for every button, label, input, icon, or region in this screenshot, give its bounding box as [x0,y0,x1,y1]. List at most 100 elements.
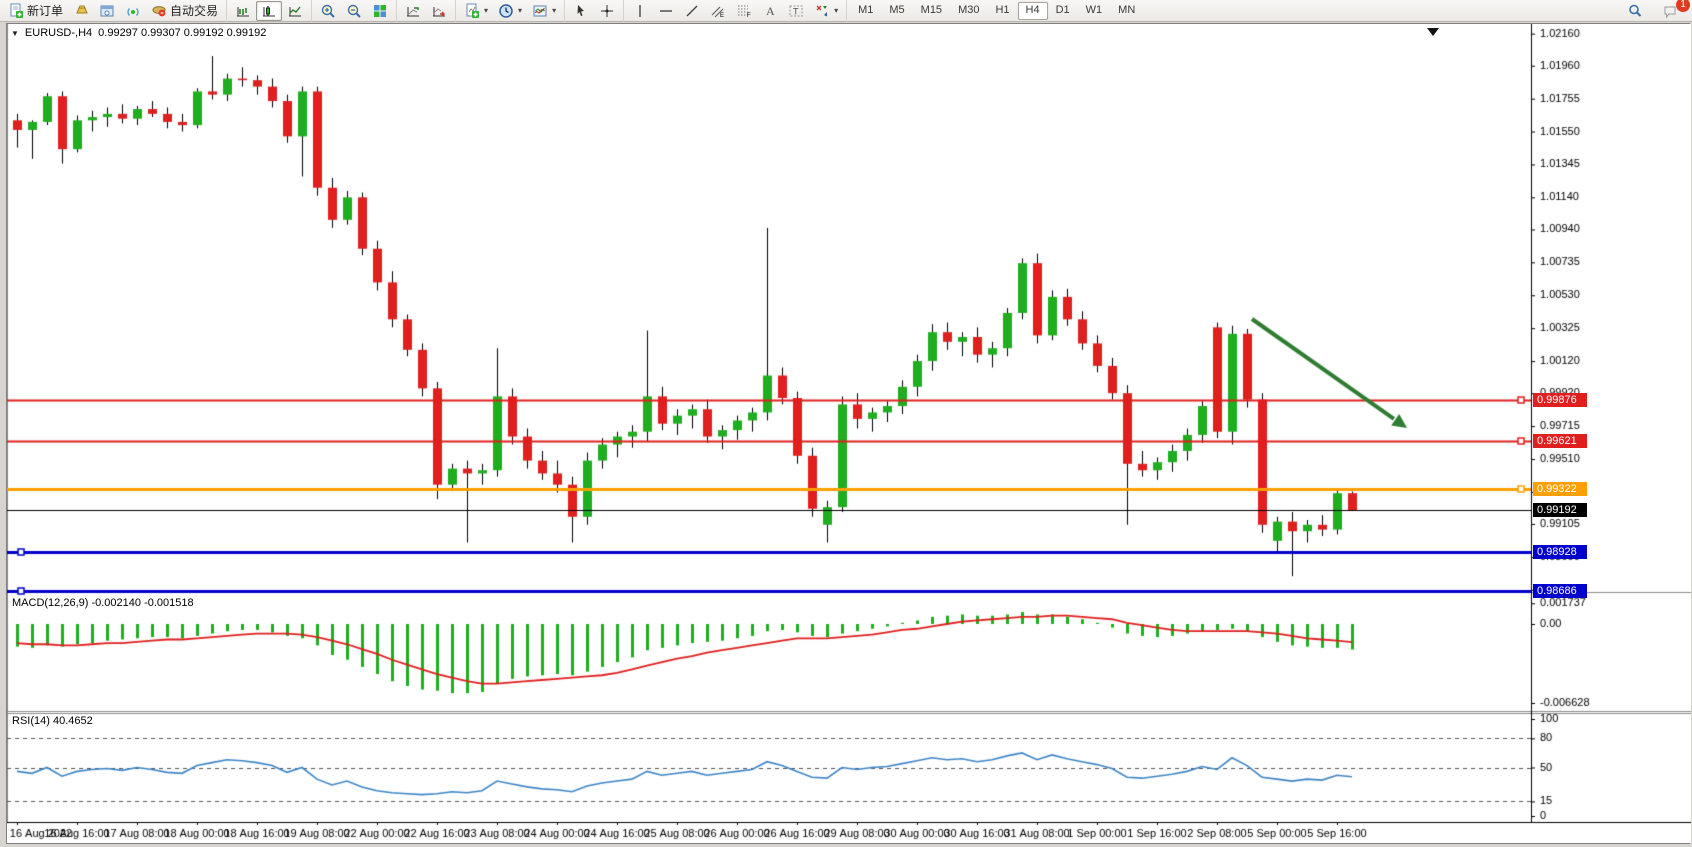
auto-scroll-icon [405,3,421,19]
trendline-button[interactable] [679,1,705,21]
quotes-button[interactable] [68,1,94,21]
chevron-down-icon[interactable]: ▾ [484,6,488,15]
price-label-0.99322: 0.99322 [1533,482,1587,496]
bar-chart-button[interactable] [230,1,256,21]
channel-button[interactable]: E [705,1,731,21]
chart-shift-button[interactable] [426,1,452,21]
autotrade-button-label: 自动交易 [170,2,218,19]
signal-icon [125,3,141,19]
chart-shift-icon [431,3,447,19]
price-label-0.98686: 0.98686 [1533,584,1587,598]
tile-windows-icon [372,3,388,19]
price-label-0.98928: 0.98928 [1533,545,1587,559]
chart-shift-marker-icon[interactable] [1427,28,1439,36]
timeframe-button-h4[interactable]: H4 [1018,2,1048,20]
symbol-period-label: EURUSD-,H4 [25,27,92,39]
bar-chart-icon [235,3,251,19]
autotrade-button[interactable]: 自动交易 [146,1,223,21]
new-chart-icon [464,3,480,19]
search-icon [1627,3,1643,19]
main-toolbar: 新订单 自动交易 ▾ ▾ ▾ E F A T ▾ M1M5M15M30H1H4D1W1MN 1 [0,0,1692,22]
new-order-button-label: 新订单 [27,2,63,19]
cursor-button[interactable] [568,1,594,21]
autotrade-icon [151,3,167,19]
new-chart-button[interactable]: ▾ [459,1,493,21]
fibo-icon: F [736,3,752,19]
svg-text:F: F [747,13,751,19]
new-order-button[interactable]: 新订单 [3,1,68,21]
label-button[interactable]: T [783,1,809,21]
vline-icon [632,3,648,19]
text-button[interactable]: A [757,1,783,21]
timeframe-button-w1[interactable]: W1 [1078,2,1111,20]
toolbar-group-2 [311,0,396,22]
auto-scroll-button[interactable] [400,1,426,21]
price-label-0.99192: 0.99192 [1533,503,1587,517]
toolbar-group-0: 新订单 自动交易 [0,0,226,22]
tile-windows-button[interactable] [367,1,393,21]
search-button[interactable] [1622,1,1648,21]
fibo-button[interactable]: F [731,1,757,21]
cursor-icon [573,3,589,19]
toolbar-group-5 [564,0,623,22]
trendline-icon [684,3,700,19]
toolbar-group-6: E F A T ▾ [623,0,846,22]
periods-button[interactable]: ▾ [493,1,527,21]
rsi-indicator-label: RSI(14) 40.4652 [12,715,93,727]
crosshair-icon [599,3,615,19]
toolbar-group-4: ▾ ▾ ▾ [455,0,564,22]
zoom-out-icon [346,3,362,19]
zoom-in-icon [320,3,336,19]
toolbar-right-group: 1 [1622,0,1684,22]
svg-text:E: E [720,13,724,19]
hline-button[interactable] [653,1,679,21]
clock-icon [498,3,514,19]
chart-canvas[interactable] [7,24,1691,843]
template-icon [532,3,548,19]
chevron-down-icon[interactable]: ▾ [834,6,838,15]
timeframe-button-h1[interactable]: H1 [987,2,1017,20]
text-icon: A [762,3,778,19]
line-chart-button[interactable] [282,1,308,21]
price-label-0.99621: 0.99621 [1533,434,1587,448]
crosshair-button[interactable] [594,1,620,21]
gold-icon [73,3,89,19]
one-click-trading-toggle-icon[interactable]: ▼ [11,29,19,38]
notifications-button[interactable]: 1 [1658,1,1684,21]
notification-count-badge: 1 [1676,0,1690,12]
chevron-down-icon[interactable]: ▾ [518,6,522,15]
candle-chart-button[interactable] [256,1,282,21]
timeframe-button-m15[interactable]: M15 [913,2,950,20]
arrows-icon [814,3,830,19]
window-icon [99,3,115,19]
zoom-in-button[interactable] [315,1,341,21]
macd-indicator-label: MACD(12,26,9) -0.002140 -0.001518 [12,597,194,609]
hline-icon [658,3,674,19]
chart-symbol-header: ▼ EURUSD-,H4 0.99297 0.99307 0.99192 0.9… [11,27,266,39]
new-order-icon [8,3,24,19]
channel-icon: E [710,3,726,19]
price-label-0.99876: 0.99876 [1533,393,1587,407]
label-icon: T [788,3,804,19]
templates-button[interactable]: ▾ [527,1,561,21]
vline-button[interactable] [627,1,653,21]
ohlc-values-label: 0.99297 0.99307 0.99192 0.99192 [98,27,266,39]
candle-chart-icon [261,3,277,19]
zoom-out-button[interactable] [341,1,367,21]
timeframe-button-m1[interactable]: M1 [850,2,881,20]
arrows-button[interactable]: ▾ [809,1,843,21]
toolbar-group-1 [226,0,311,22]
timeframe-toolbar: M1M5M15M30H1H4D1W1MN [846,0,1146,22]
line-chart-icon [287,3,303,19]
chevron-down-icon[interactable]: ▾ [552,6,556,15]
timeframe-button-m5[interactable]: M5 [881,2,912,20]
timeframe-button-m30[interactable]: M30 [950,2,987,20]
mt4-application: 新订单 自动交易 ▾ ▾ ▾ E F A T ▾ M1M5M15M30H1H4D1W1MN 1 ▼ E… [0,0,1692,847]
timeframe-button-mn[interactable]: MN [1110,2,1143,20]
signals-button[interactable] [120,1,146,21]
timeframe-button-d1[interactable]: D1 [1048,2,1078,20]
market-watch-button[interactable] [94,1,120,21]
svg-text:T: T [793,6,799,16]
toolbar-group-3 [396,0,455,22]
chart-window: ▼ EURUSD-,H4 0.99297 0.99307 0.99192 0.9… [6,23,1690,844]
